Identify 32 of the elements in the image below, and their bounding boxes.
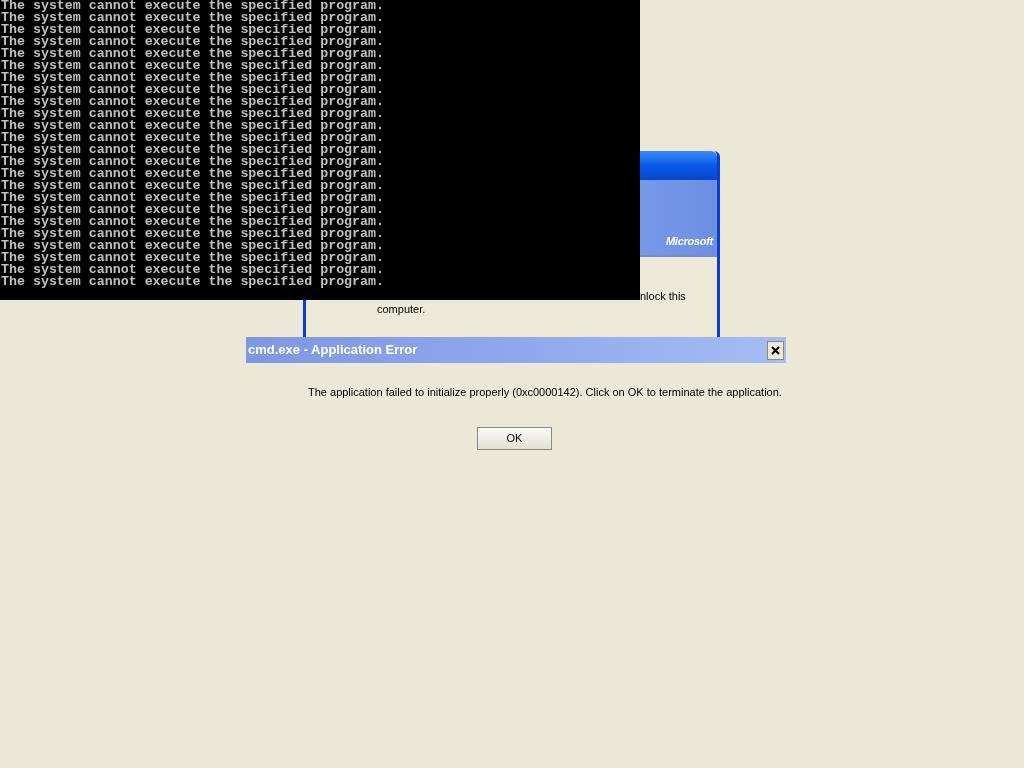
- ok-button[interactable]: OK: [477, 426, 552, 450]
- console-line: The system cannot execute the specified program.: [1, 204, 384, 216]
- console-line: The system cannot execute the specified program.: [1, 24, 384, 36]
- console-line: The system cannot execute the specified program.: [1, 36, 384, 48]
- close-icon: [771, 345, 780, 355]
- console-line: The system cannot execute the specified program.: [1, 144, 384, 156]
- console-line: The system cannot execute the specified program.: [1, 276, 384, 288]
- error-message: The application failed to initialize properly (0xc0000142). Click on OK to terminate the application.: [308, 386, 782, 398]
- console-line: The system cannot execute the specified program.: [1, 180, 384, 192]
- console-line: The system cannot execute the specified program.: [1, 156, 384, 168]
- console-line: The system cannot execute the specified program.: [1, 72, 384, 84]
- console-line: The system cannot execute the specified program.: [1, 168, 384, 180]
- console-line: The system cannot execute the specified program.: [1, 60, 384, 72]
- console-line: The system cannot execute the specified program.: [1, 96, 384, 108]
- console-line: The system cannot execute the specified program.: [1, 12, 384, 24]
- console-line: The system cannot execute the specified program.: [1, 240, 384, 252]
- console-line: The system cannot execute the specified program.: [1, 216, 384, 228]
- console-line: The system cannot execute the specified program.: [1, 192, 384, 204]
- close-button[interactable]: [767, 340, 784, 360]
- message-fragment: nlock this: [640, 290, 687, 303]
- console-line: The system cannot execute the specified program.: [1, 48, 384, 60]
- console-line: The system cannot execute the specified program.: [1, 84, 384, 96]
- console-line: The system cannot execute the specified program.: [1, 120, 384, 132]
- console-line: The system cannot execute the specified program.: [1, 264, 384, 276]
- logo-text: Microsoft: [665, 233, 713, 249]
- console-line: The system cannot execute the specified program.: [1, 252, 384, 264]
- message-text: computer.: [377, 303, 426, 315]
- console-line: The system cannot execute the specified program.: [1, 108, 384, 120]
- console-line: The system cannot execute the specified program.: [1, 228, 384, 240]
- console-line: The system cannot execute the specified program.: [1, 0, 384, 12]
- window-title: cmd.exe - Application Error: [248, 341, 418, 360]
- console-line: The system cannot execute the specified program.: [1, 132, 384, 144]
